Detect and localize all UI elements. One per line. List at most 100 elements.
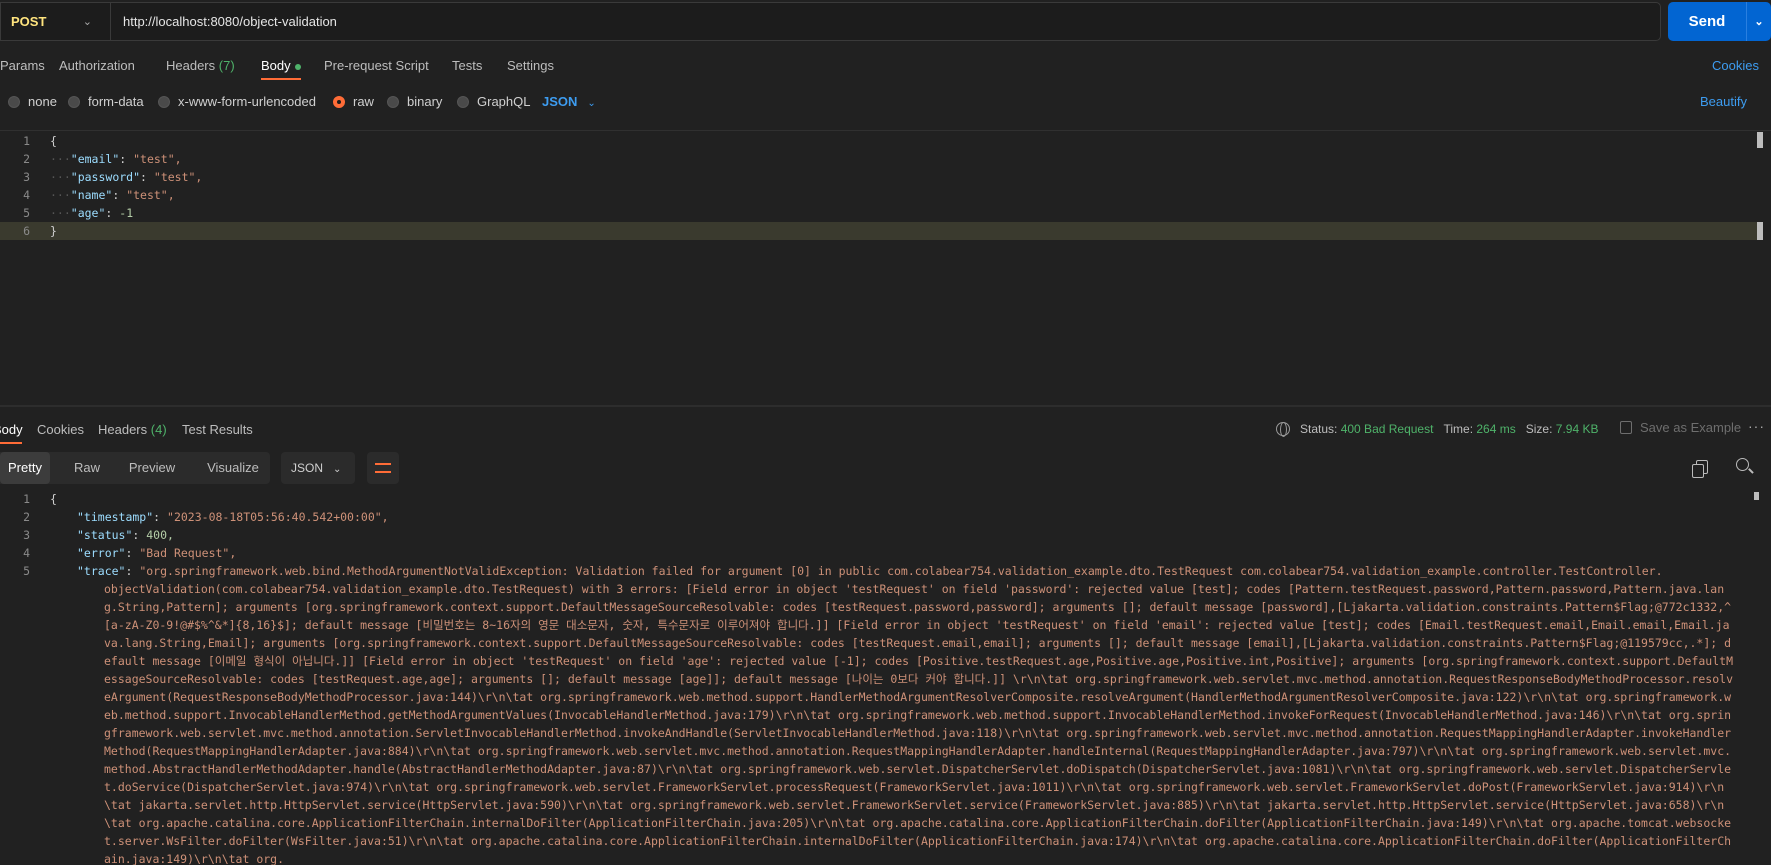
pane-divider[interactable] [0,405,1771,407]
wrap-lines-button[interactable] [367,452,399,484]
radio-graphql[interactable]: GraphQL [457,94,530,109]
line-number: 5 [23,564,30,578]
chevron-down-icon: ⌄ [587,98,596,109]
size-label: Size: [1525,422,1553,436]
body-format-select[interactable]: JSON ⌄ [542,94,596,109]
line-number: 6 [23,224,30,238]
globe-icon[interactable] [1276,422,1290,437]
radio-none[interactable]: none [8,94,57,109]
method-label: POST [11,14,47,29]
tab-settings[interactable]: Settings [507,58,554,73]
response-code: "trace": "org.springframework.web.bind.M… [77,564,1663,578]
view-visualize-button[interactable]: Visualize [198,452,268,484]
body-indicator-dot [294,63,301,70]
response-tab-test-results[interactable]: Test Results [182,422,253,437]
line-number: 1 [23,134,30,148]
request-url-bar: POST ⌄ http://localhost:8080/object-vali… [0,0,1771,43]
response-format-select[interactable]: JSON ⌄ [281,452,355,484]
view-pretty-button[interactable]: Pretty [0,452,50,484]
response-tab-body[interactable]: Body [0,422,23,437]
editor-code: ···"age": -1 [50,206,134,220]
beautify-link[interactable]: Beautify [1700,94,1747,109]
tab-tests[interactable]: Tests [452,58,482,73]
line-number: 3 [23,170,30,184]
save-as-example-button[interactable]: Save as Example [1620,420,1741,435]
line-number: 4 [23,188,30,202]
editor-line: 5 ···"age": -1 [0,204,1760,222]
json-key: "password" [70,170,141,184]
trace-first-line: "org.springframework.web.bind.MethodArgu… [139,564,1663,578]
json-value: 400, [146,528,174,542]
time-value[interactable]: 264 ms [1476,422,1515,436]
url-input[interactable]: http://localhost:8080/object-validation [111,14,337,29]
status-value[interactable]: 400 Bad Request [1341,422,1434,436]
editor-line: 1 { [0,132,1760,150]
view-preview-button[interactable]: Preview [122,452,182,484]
active-tab-underline [261,78,301,80]
line-number: 4 [23,546,30,560]
json-value: "Bad Request", [139,546,237,560]
json-value: "test", [126,188,175,202]
save-icon [1620,421,1632,434]
radio-binary-label: binary [407,94,443,109]
body-type-selector: none form-data x-www-form-urlencoded raw… [0,92,1771,112]
radio-form-data[interactable]: form-data [68,94,144,109]
radio-none-label: none [28,94,57,109]
tab-params[interactable]: Params [0,58,45,73]
json-key: "name" [70,188,113,202]
response-body-viewer[interactable]: 1 { 2 "timestamp": "2023-08-18T05:56:40.… [0,490,1771,865]
radio-binary[interactable]: binary [387,94,442,109]
response-meta: Status: 400 Bad Request Time: 264 ms Siz… [1276,422,1599,437]
json-key: "timestamp" [77,510,154,524]
more-options-icon[interactable]: ··· [1748,418,1765,434]
copy-icon[interactable] [1692,460,1708,478]
radio-urlencoded[interactable]: x-www-form-urlencoded [158,94,316,109]
search-icon[interactable] [1736,458,1749,471]
save-as-example-label: Save as Example [1640,420,1742,435]
response-tab-cookies[interactable]: Cookies [37,422,84,437]
line-number: 5 [23,206,30,220]
line-number: 2 [23,510,30,524]
radio-circle-selected [333,95,345,108]
response-scrollbar-thumb[interactable] [1754,492,1759,500]
chevron-down-icon[interactable]: ⌄ [1746,2,1771,41]
radio-circle [158,95,170,108]
line-number: 1 [23,492,30,506]
radio-raw[interactable]: raw [333,94,374,109]
line-number: 2 [23,152,30,166]
tab-authorization[interactable]: Authorization [59,58,135,73]
radio-urlencoded-label: x-www-form-urlencoded [178,94,316,109]
editor-code: ···"email": "test", [50,152,182,166]
request-body-editor[interactable]: 1 { 2 ···"email": "test", 3 ···"password… [0,130,1771,405]
tab-headers-label: Headers [166,58,216,73]
radio-circle [387,95,399,108]
send-button[interactable]: Send ⌄ [1668,2,1771,41]
response-headers-count: (4) [150,422,167,437]
size-value[interactable]: 7.94 KB [1556,422,1599,436]
response-tab-headers[interactable]: Headers (4) [98,422,167,437]
cookies-link[interactable]: Cookies [1712,58,1759,73]
send-button-label: Send [1688,13,1726,30]
editor-code: } [50,222,57,240]
json-key: "error" [77,546,126,560]
response-code: "timestamp": "2023-08-18T05:56:40.542+00… [77,510,389,524]
radio-circle [68,95,80,108]
status-label: Status: [1300,422,1338,436]
view-raw-button[interactable]: Raw [62,452,112,484]
body-format-label: JSON [542,94,578,109]
line-number: 3 [23,528,30,542]
tab-body[interactable]: Body [261,58,301,73]
response-tab-headers-label: Headers [98,422,148,437]
tab-pre-request-script[interactable]: Pre-request Script [324,58,429,73]
response-code: "status": 400, [77,528,174,542]
chevron-down-icon: ⌄ [333,464,342,475]
tab-body-label: Body [261,58,291,73]
json-value: "test", [153,170,203,184]
wrap-lines-icon [375,463,391,473]
editor-scrollbar-thumb[interactable] [1757,132,1763,148]
method-select[interactable]: POST ⌄ [1,3,111,40]
json-value: "2023-08-18T05:56:40.542+00:00", [167,510,389,524]
tab-headers[interactable]: Headers (7) [166,58,235,73]
radio-graphql-label: GraphQL [477,94,531,109]
json-key: "status" [77,528,133,542]
